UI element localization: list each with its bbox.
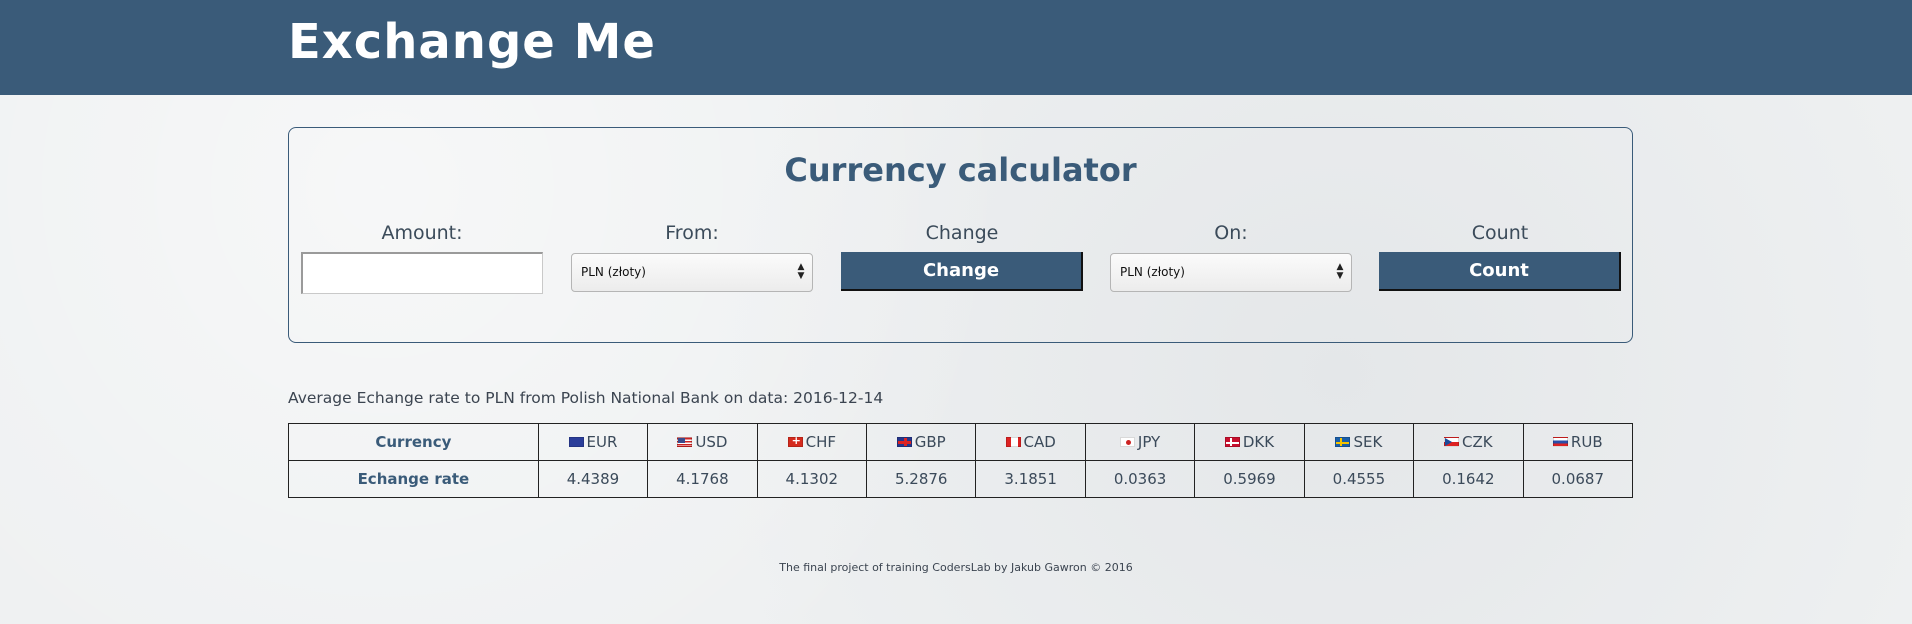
table-row-rate: Echange rate 4.4389 4.1768 4.1302 5.2876… <box>288 460 1634 498</box>
dk-flag-icon <box>1224 436 1240 447</box>
rate-cell-usd: 4.1768 <box>647 460 758 498</box>
currency-cell-eur: EUR <box>537 423 649 461</box>
change-button[interactable]: Change <box>841 252 1083 291</box>
currency-code: CZK <box>1462 433 1493 451</box>
count-button[interactable]: Count <box>1379 252 1621 291</box>
change-label: Change <box>925 222 999 244</box>
ch-flag-icon <box>787 434 803 447</box>
calculator-title: Currency calculator <box>784 151 1137 189</box>
currency-code: SEK <box>1353 433 1383 451</box>
from-label: From: <box>665 222 719 244</box>
currency-header-cell: Currency <box>288 423 539 461</box>
cz-flag-icon <box>1444 436 1460 447</box>
brand-title: Exchange Me <box>288 14 656 70</box>
jp-flag-icon <box>1119 436 1135 447</box>
gb-flag-icon <box>896 436 912 447</box>
us-flag-icon <box>677 436 693 447</box>
ru-flag-icon <box>1552 436 1568 447</box>
count-column: Count Count <box>1379 221 1621 291</box>
currency-cell-gbp: GBP <box>866 423 977 461</box>
currency-cell-jpy: JPY <box>1084 423 1196 461</box>
to-currency-select[interactable]: PLN (złoty) ▲ ▼ <box>1110 253 1352 292</box>
select-arrows-icon: ▲ ▼ <box>1336 262 1344 281</box>
rate-cell-dkk: 0.5969 <box>1194 460 1305 498</box>
exchange-rate-table: Currency EUR USD CHF GBP CAD JPY DKK SEK… <box>288 423 1634 498</box>
rate-cell-chf: 4.1302 <box>756 460 868 498</box>
on-column: On: PLN (złoty) ▲ ▼ <box>1110 221 1352 292</box>
from-currency-select[interactable]: PLN (złoty) ▲ ▼ <box>571 253 813 292</box>
rate-cell-czk: 0.1642 <box>1413 460 1524 498</box>
currency-cell-cad: CAD <box>975 423 1086 461</box>
se-flag-icon <box>1335 436 1351 447</box>
ca-flag-icon <box>1005 436 1021 447</box>
currency-code: CAD <box>1023 433 1056 451</box>
rate-cell-sek: 0.4555 <box>1303 460 1415 498</box>
amount-input[interactable] <box>301 252 543 294</box>
from-currency-selected: PLN (złoty) <box>581 265 646 279</box>
currency-cell-sek: SEK <box>1303 423 1415 461</box>
currency-code: DKK <box>1242 433 1275 451</box>
currency-cell-czk: CZK <box>1413 423 1524 461</box>
currency-cell-chf: CHF <box>756 423 868 461</box>
currency-cell-usd: USD <box>647 423 758 461</box>
rate-cell-jpy: 0.0363 <box>1084 460 1196 498</box>
rate-header-cell: Echange rate <box>288 460 539 498</box>
rate-cell-gbp: 5.2876 <box>866 460 977 498</box>
amount-column: Amount: <box>301 221 543 294</box>
change-column: Change Change <box>841 221 1083 291</box>
header-bar: Exchange Me <box>0 0 1912 95</box>
eu-flag-icon <box>568 436 584 447</box>
currency-code: RUB <box>1570 433 1603 451</box>
rate-cell-rub: 0.0687 <box>1522 460 1634 498</box>
to-currency-selected: PLN (złoty) <box>1120 265 1185 279</box>
select-arrows-icon: ▲ ▼ <box>797 262 805 281</box>
currency-code: GBP <box>914 433 946 451</box>
exchange-rate-info: Average Echange rate to PLN from Polish … <box>288 389 884 407</box>
from-column: From: PLN (złoty) ▲ ▼ <box>571 221 813 292</box>
currency-cell-rub: RUB <box>1522 423 1634 461</box>
amount-label: Amount: <box>381 222 463 244</box>
currency-code: CHF <box>805 433 836 451</box>
on-label: On: <box>1214 222 1248 244</box>
footer-text: The final project of training CodersLab … <box>779 561 1133 574</box>
rate-cell-cad: 3.1851 <box>975 460 1086 498</box>
currency-code: USD <box>695 433 728 451</box>
currency-code: JPY <box>1137 433 1161 451</box>
currency-cell-dkk: DKK <box>1194 423 1305 461</box>
count-label: Count <box>1471 222 1529 244</box>
table-row-currency: Currency EUR USD CHF GBP CAD JPY DKK SEK… <box>288 423 1634 461</box>
rate-cell-eur: 4.4389 <box>537 460 649 498</box>
currency-calculator-panel: Currency calculator Amount: From: PLN (z… <box>288 127 1633 343</box>
currency-code: EUR <box>586 433 618 451</box>
